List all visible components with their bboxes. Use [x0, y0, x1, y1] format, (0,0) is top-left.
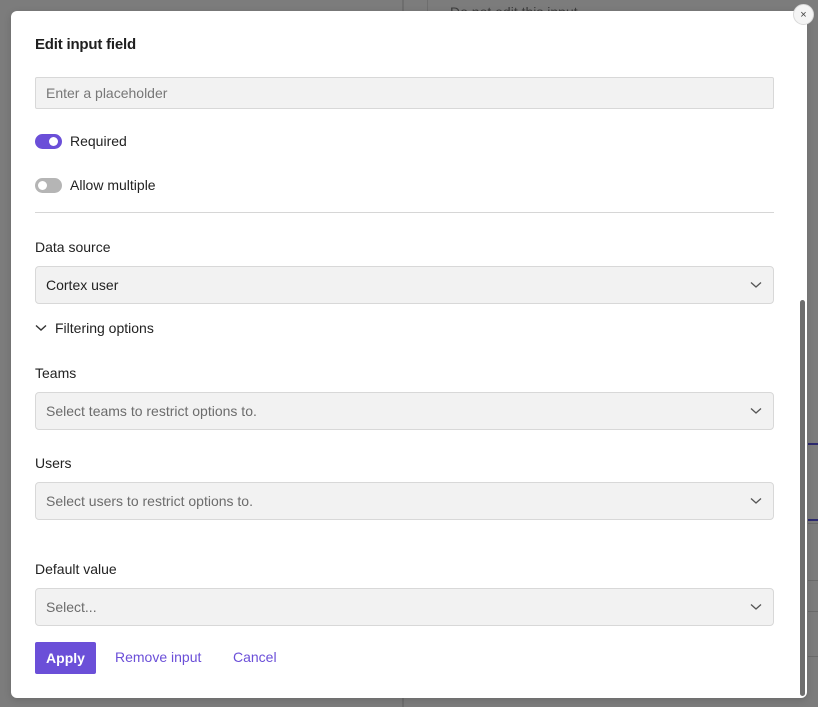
edit-input-modal: Edit input field Required Allow multiple…	[11, 11, 807, 698]
background-line	[808, 611, 818, 612]
background-line	[808, 523, 818, 524]
default-value-select[interactable]: Select...	[35, 588, 774, 626]
modal-scrollbar[interactable]	[800, 11, 806, 698]
chevron-down-icon	[749, 600, 763, 614]
background-line	[808, 443, 818, 445]
background-line	[808, 656, 818, 657]
filtering-options-label: Filtering options	[55, 320, 154, 336]
required-toggle[interactable]	[35, 133, 62, 149]
remove-input-button[interactable]: Remove input	[115, 649, 201, 665]
toggle-knob	[38, 180, 47, 190]
allow-multiple-toggle-row[interactable]: Allow multiple	[35, 177, 156, 193]
teams-label: Teams	[35, 365, 77, 381]
apply-button[interactable]: Apply	[35, 642, 96, 674]
users-placeholder: Select users to restrict options to.	[46, 493, 253, 509]
data-source-select[interactable]: Cortex user	[35, 266, 774, 304]
placeholder-input[interactable]	[35, 77, 774, 109]
chevron-down-icon	[749, 278, 763, 292]
data-source-label: Data source	[35, 239, 111, 255]
section-divider	[35, 212, 774, 213]
required-toggle-row[interactable]: Required	[35, 133, 127, 149]
filtering-options-toggle[interactable]: Filtering options	[35, 320, 154, 336]
toggle-knob	[49, 136, 58, 146]
default-value-label: Default value	[35, 561, 117, 577]
chevron-down-icon	[749, 494, 763, 508]
background-line	[808, 580, 818, 581]
close-icon[interactable]: ×	[793, 4, 814, 25]
cancel-button[interactable]: Cancel	[233, 649, 277, 665]
teams-select[interactable]: Select teams to restrict options to.	[35, 392, 774, 430]
allow-multiple-toggle[interactable]	[35, 177, 62, 193]
users-select[interactable]: Select users to restrict options to.	[35, 482, 774, 520]
default-value-placeholder: Select...	[46, 599, 97, 615]
teams-placeholder: Select teams to restrict options to.	[46, 403, 257, 419]
data-source-value: Cortex user	[46, 277, 119, 293]
allow-multiple-label: Allow multiple	[70, 177, 156, 193]
background-line	[808, 519, 818, 521]
chevron-down-icon	[35, 324, 47, 332]
users-label: Users	[35, 455, 72, 471]
chevron-down-icon	[749, 404, 763, 418]
scrollbar-thumb[interactable]	[800, 300, 805, 696]
modal-title: Edit input field	[35, 36, 136, 53]
required-label: Required	[70, 133, 127, 149]
